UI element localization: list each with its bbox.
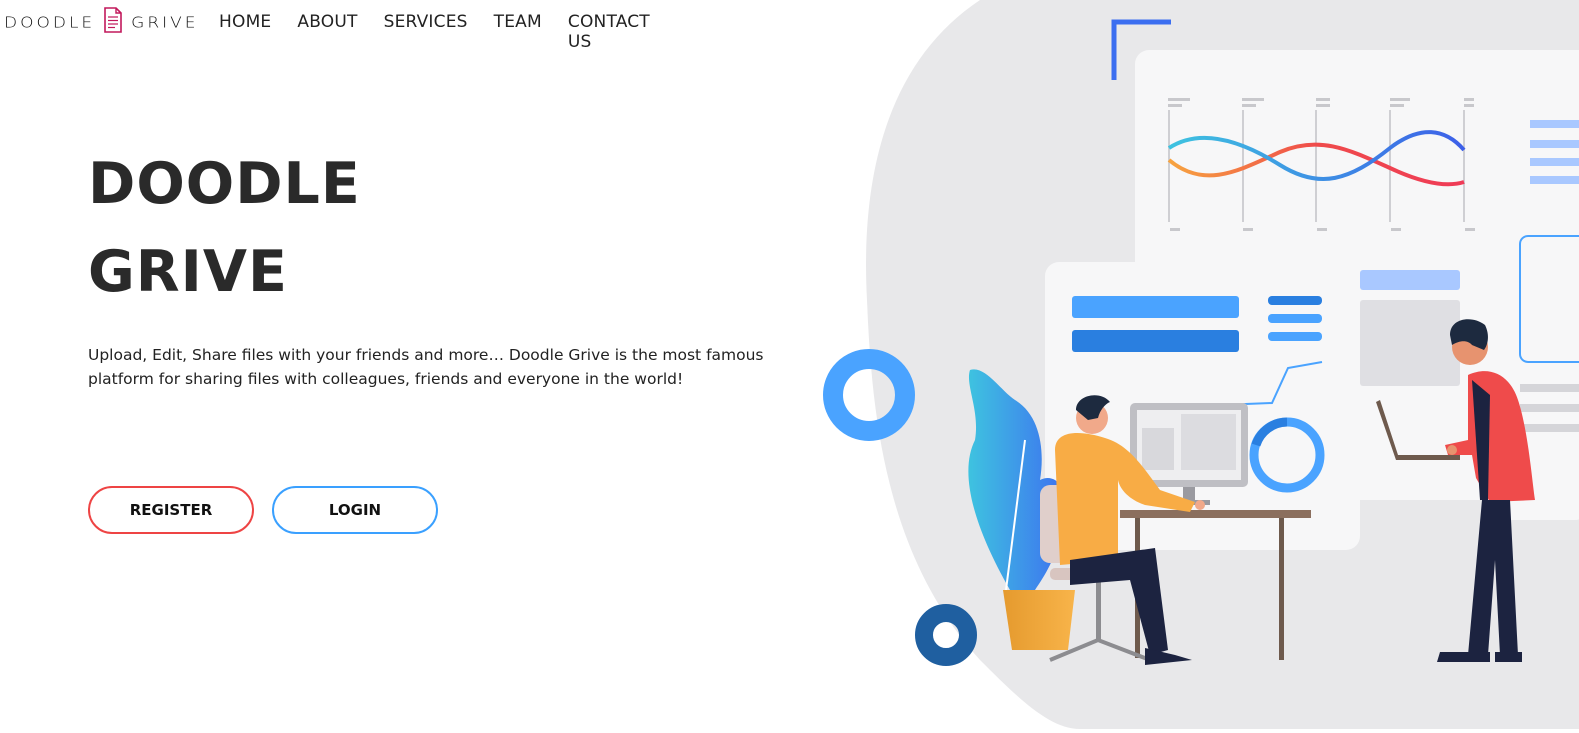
hero-illustration <box>800 0 1579 729</box>
site-header: DOODLE GRIVE HOME ABOUT SERVICES TEAM CO… <box>0 0 700 52</box>
logo-text-right: GRIVE <box>131 13 199 32</box>
nav-home[interactable]: HOME <box>219 12 271 52</box>
hero-title-line1: DOODLE <box>88 151 361 217</box>
desk <box>1120 510 1311 518</box>
main-nav: HOME ABOUT SERVICES TEAM CONTACT US <box>219 12 700 52</box>
hero-description: Upload, Edit, Share files with your frie… <box>88 346 764 388</box>
nav-contact[interactable]: CONTACT US <box>568 12 674 52</box>
logo[interactable]: DOODLE GRIVE <box>4 7 199 38</box>
ring-dark <box>915 604 977 666</box>
plant-pot <box>1003 590 1075 650</box>
hero-title: DOODLE GRIVE <box>88 140 361 316</box>
register-button[interactable]: REGISTER <box>88 486 254 534</box>
logo-text-left: DOODLE <box>4 13 96 32</box>
hero-title-line2: GRIVE <box>88 239 288 305</box>
login-button[interactable]: LOGIN <box>272 486 438 534</box>
document-icon <box>103 7 123 38</box>
nav-team[interactable]: TEAM <box>494 12 542 52</box>
nav-about[interactable]: ABOUT <box>297 12 357 52</box>
nav-services[interactable]: SERVICES <box>384 12 468 52</box>
